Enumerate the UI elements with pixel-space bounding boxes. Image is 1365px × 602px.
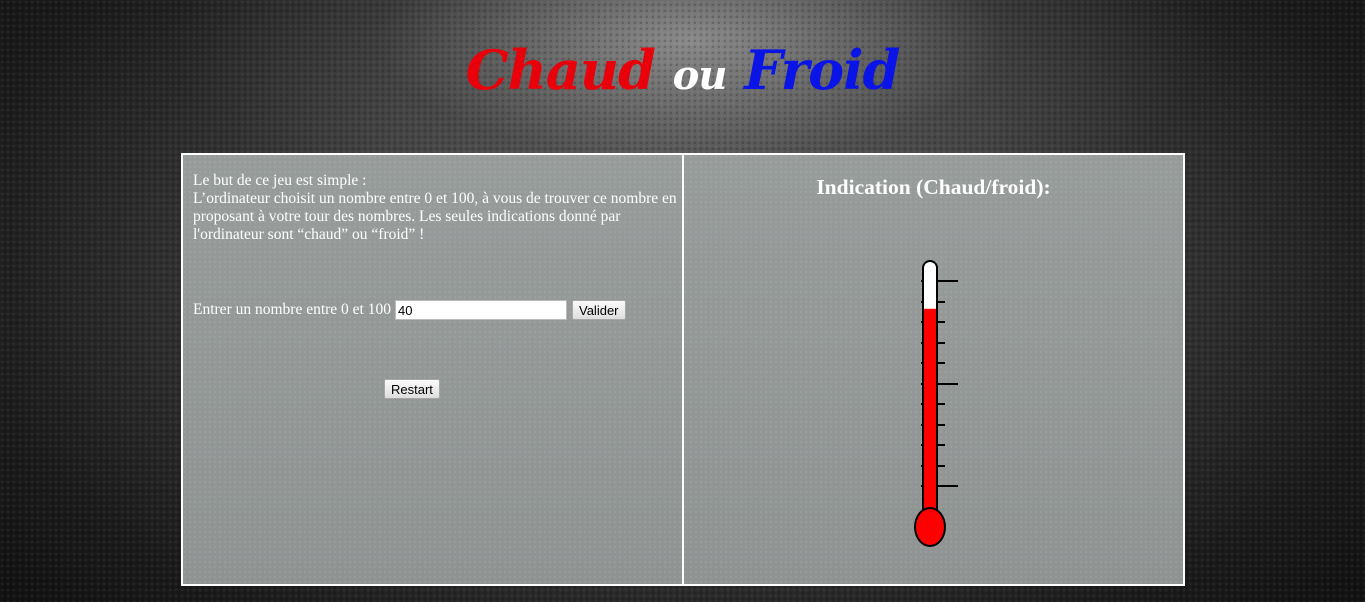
validate-button[interactable]: Valider <box>572 300 626 320</box>
title-word-ou: ou <box>672 52 728 99</box>
rules-intro: Le but de ce jeu est simple : <box>193 172 367 189</box>
title-word-froid: Froid <box>744 38 900 102</box>
guess-input[interactable] <box>395 300 567 320</box>
game-panel: Le but de ce jeu est simple : L’ordinate… <box>183 155 684 584</box>
guess-form: Entrer un nombre entre 0 et 100 Valider <box>193 300 626 320</box>
page-title: Chaud ou Froid <box>0 30 1365 116</box>
thermometer-icon <box>914 260 958 547</box>
game-container: Le but de ce jeu est simple : L’ordinate… <box>181 153 1185 586</box>
rules-description: L’ordinateur choisit un nombre entre 0 e… <box>193 190 677 243</box>
indication-title: Indication (Chaud/froid): <box>816 175 1051 199</box>
rules-text: Le but de ce jeu est simple : L’ordinate… <box>193 172 678 244</box>
indication-panel: Indication (Chaud/froid): <box>684 155 1183 584</box>
restart-button[interactable]: Restart <box>384 379 440 399</box>
guess-input-label: Entrer un nombre entre 0 et 100 <box>193 301 391 318</box>
thermometer-bulb <box>916 509 944 545</box>
thermometer-mercury <box>924 308 936 522</box>
title-word-chaud: Chaud <box>465 38 656 102</box>
